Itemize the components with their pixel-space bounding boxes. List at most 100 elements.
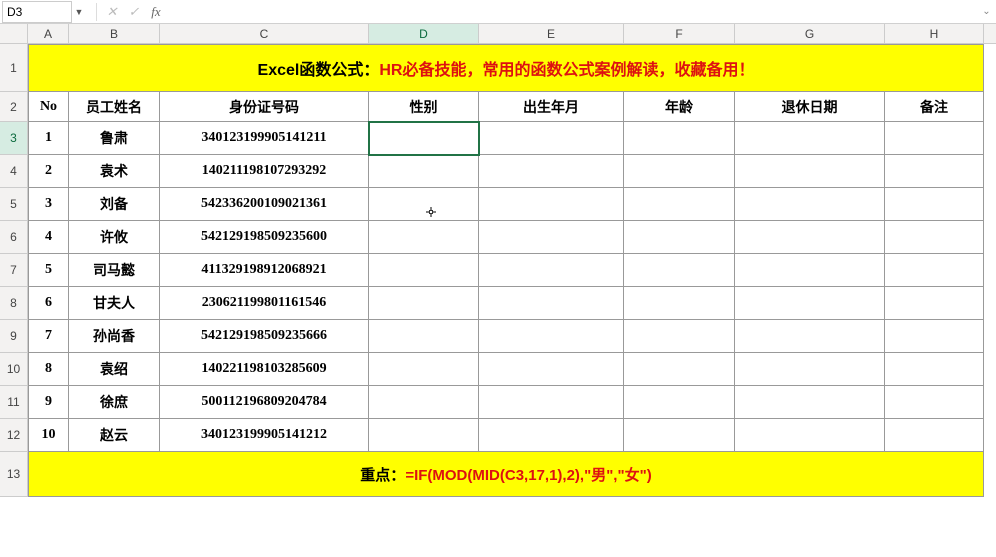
cell-no[interactable]: 6 [28,287,69,320]
header-no[interactable]: No [28,92,69,122]
cell-no[interactable]: 5 [28,254,69,287]
cell-name[interactable]: 徐庶 [69,386,160,419]
cell-name[interactable]: 司马懿 [69,254,160,287]
cell-id[interactable]: 340123199905141211 [160,122,369,155]
cell-note[interactable] [885,419,984,452]
cell-birth[interactable] [479,320,624,353]
title-cell[interactable]: Excel函数公式：HR必备技能，常用的函数公式案例解读，收藏备用！ [28,44,984,92]
cell-retire[interactable] [735,386,885,419]
cell-note[interactable] [885,320,984,353]
cell-retire[interactable] [735,188,885,221]
row-header-5[interactable]: 5 [0,188,28,221]
cell-note[interactable] [885,386,984,419]
cell-age[interactable] [624,386,735,419]
col-header-D[interactable]: D [369,24,479,43]
cell-name[interactable]: 鲁肃 [69,122,160,155]
row-header-10[interactable]: 10 [0,353,28,386]
cell-retire[interactable] [735,122,885,155]
cell-gender[interactable] [369,155,479,188]
cell-gender[interactable] [369,254,479,287]
cell-name[interactable]: 许攸 [69,221,160,254]
row-header-11[interactable]: 11 [0,386,28,419]
formula-input[interactable] [167,1,980,23]
row-header-3[interactable]: 3 [0,122,28,155]
row-header-12[interactable]: 12 [0,419,28,452]
cell-no[interactable]: 10 [28,419,69,452]
cell-birth[interactable] [479,287,624,320]
cell-no[interactable]: 2 [28,155,69,188]
row-header-13[interactable]: 13 [0,452,28,497]
cell-id[interactable]: 140211198107293292 [160,155,369,188]
cell-no[interactable]: 4 [28,221,69,254]
cell-name[interactable]: 刘备 [69,188,160,221]
cell-name[interactable]: 孙尚香 [69,320,160,353]
cell-note[interactable] [885,122,984,155]
cell-id[interactable]: 230621199801161546 [160,287,369,320]
cell-gender[interactable] [369,122,479,155]
row-header-6[interactable]: 6 [0,221,28,254]
cell-birth[interactable] [479,155,624,188]
cell-retire[interactable] [735,353,885,386]
header-gender[interactable]: 性别 [369,92,479,122]
header-name[interactable]: 员工姓名 [69,92,160,122]
cell-name[interactable]: 赵云 [69,419,160,452]
fx-icon[interactable]: fx [145,2,167,22]
col-header-H[interactable]: H [885,24,984,43]
col-header-E[interactable]: E [479,24,624,43]
cell-no[interactable]: 8 [28,353,69,386]
cell-birth[interactable] [479,221,624,254]
col-header-A[interactable]: A [28,24,69,43]
cell-gender[interactable] [369,287,479,320]
row-header-1[interactable]: 1 [0,44,28,92]
select-all-corner[interactable] [0,24,28,43]
cell-birth[interactable] [479,386,624,419]
cell-note[interactable] [885,221,984,254]
cell-note[interactable] [885,287,984,320]
cell-age[interactable] [624,188,735,221]
cell-gender[interactable] [369,386,479,419]
cell-no[interactable]: 1 [28,122,69,155]
cell-age[interactable] [624,419,735,452]
enter-icon[interactable]: ✓ [123,2,145,22]
cell-id[interactable]: 340123199905141212 [160,419,369,452]
header-id[interactable]: 身份证号码 [160,92,369,122]
header-note[interactable]: 备注 [885,92,984,122]
cell-retire[interactable] [735,155,885,188]
cell-no[interactable]: 3 [28,188,69,221]
cell-name[interactable]: 袁绍 [69,353,160,386]
cell-retire[interactable] [735,419,885,452]
cell-note[interactable] [885,254,984,287]
cell-no[interactable]: 7 [28,320,69,353]
cell-retire[interactable] [735,320,885,353]
header-age[interactable]: 年龄 [624,92,735,122]
cell-gender[interactable] [369,320,479,353]
cell-retire[interactable] [735,221,885,254]
cell-age[interactable] [624,221,735,254]
cell-id[interactable]: 411329198912068921 [160,254,369,287]
cell-note[interactable] [885,188,984,221]
col-header-G[interactable]: G [735,24,885,43]
name-box-dropdown-icon[interactable]: ▼ [72,7,86,17]
cell-retire[interactable] [735,287,885,320]
col-header-B[interactable]: B [69,24,160,43]
cell-birth[interactable] [479,254,624,287]
cell-id[interactable]: 500112196809204784 [160,386,369,419]
cell-name[interactable]: 甘夫人 [69,287,160,320]
cell-no[interactable]: 9 [28,386,69,419]
cell-birth[interactable] [479,188,624,221]
cell-name[interactable]: 袁术 [69,155,160,188]
row-header-8[interactable]: 8 [0,287,28,320]
row-header-2[interactable]: 2 [0,92,28,122]
cell-birth[interactable] [479,353,624,386]
cell-id[interactable]: 140221198103285609 [160,353,369,386]
col-header-F[interactable]: F [624,24,735,43]
row-header-9[interactable]: 9 [0,320,28,353]
expand-formula-bar-icon[interactable]: ⌄ [980,6,996,17]
name-box[interactable]: D3 [2,1,72,23]
cell-retire[interactable] [735,254,885,287]
row-header-7[interactable]: 7 [0,254,28,287]
footer-cell[interactable]: 重点：=IF(MOD(MID(C3,17,1),2),"男","女") [28,452,984,497]
cell-birth[interactable] [479,419,624,452]
row-header-4[interactable]: 4 [0,155,28,188]
cell-age[interactable] [624,320,735,353]
